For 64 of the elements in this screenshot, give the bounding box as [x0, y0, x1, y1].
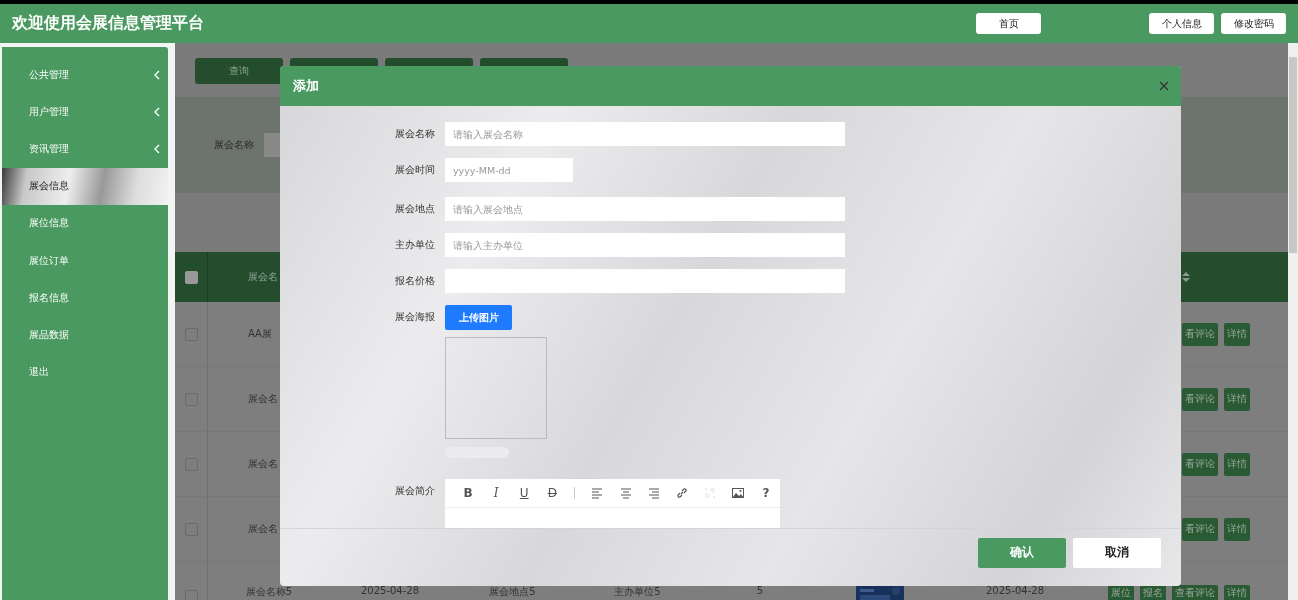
table-cell: 展会名称5: [245, 585, 293, 599]
action-button[interactable]: 看评论: [1182, 322, 1218, 346]
table-cell: AA展: [248, 327, 272, 341]
sidebar-item[interactable]: 资讯管理: [2, 130, 168, 168]
field-label: 展会简介: [394, 484, 436, 498]
input-field[interactable]: [445, 269, 845, 293]
sidebar-item[interactable]: 用户管理: [2, 93, 168, 131]
underline-tool[interactable]: U: [510, 486, 539, 500]
sidebar-item[interactable]: 展品数据: [2, 316, 168, 354]
action-button[interactable]: 详情: [1224, 452, 1250, 476]
search-label: 展会名称: [214, 138, 254, 152]
header-button[interactable]: 修改密码: [1221, 13, 1286, 34]
sidebar-item[interactable]: 展位订单: [2, 241, 168, 280]
action-button[interactable]: 详情: [1224, 322, 1250, 346]
table-cell: 主办单位5: [614, 585, 661, 599]
scrollbar[interactable]: [1288, 43, 1298, 600]
checkbox[interactable]: [184, 270, 198, 284]
sidebar-item[interactable]: 公共管理: [2, 56, 168, 94]
upload-button[interactable]: 上传图片: [445, 305, 512, 330]
input-field[interactable]: 请输入展会名称: [445, 122, 845, 146]
italic-tool[interactable]: I: [482, 486, 511, 500]
close-icon[interactable]: [1159, 81, 1169, 91]
field-label: 展会名称: [394, 127, 436, 141]
table-cell: 展会名: [248, 522, 278, 536]
action-button[interactable]: 看评论: [1182, 517, 1218, 541]
action-button[interactable]: 看评论: [1182, 452, 1218, 476]
rich-text-editor[interactable]: B I U D ?: [445, 479, 780, 528]
help-tool[interactable]: ?: [751, 486, 780, 500]
action-button[interactable]: 看评论: [1182, 387, 1218, 411]
strike-tool[interactable]: D: [538, 486, 567, 500]
chevron-left-icon: [154, 69, 160, 80]
table-cell: 展会地点5: [489, 585, 536, 599]
dialog-title: 添加: [293, 77, 319, 95]
confirm-button[interactable]: 确认: [978, 537, 1066, 568]
table-cell: 2025-04-28: [360, 585, 420, 596]
action-button[interactable]: 详情: [1224, 517, 1250, 541]
input-field[interactable]: 请输入主办单位: [445, 233, 845, 257]
chevron-left-icon: [154, 143, 160, 154]
field-label: 主办单位: [394, 238, 436, 252]
query-button[interactable]: 查询: [195, 58, 283, 84]
header-button[interactable]: 个人信息: [1149, 13, 1214, 34]
table-cell: 5: [756, 585, 764, 596]
sidebar-item[interactable]: 展会信息: [2, 167, 168, 205]
field-label: 展会地点: [394, 202, 436, 216]
table-cell: 展会名: [248, 457, 278, 471]
field-label: 展会海报: [394, 310, 436, 324]
action-button[interactable]: 详情: [1224, 387, 1250, 411]
table-cell: 2025-04-28: [985, 585, 1045, 596]
cancel-button[interactable]: 取消: [1073, 537, 1161, 568]
action-button[interactable]: 查看评论: [1172, 585, 1218, 600]
app-title: 欢迎使用会展信息管理平台: [12, 13, 204, 34]
input-field[interactable]: 请输入展会地点: [445, 197, 845, 221]
action-button[interactable]: 详情: [1224, 585, 1250, 600]
field-label: 报名价格: [394, 274, 436, 288]
chevron-left-icon: [154, 106, 160, 117]
field-label: 展会时间: [394, 163, 436, 177]
sidebar-item[interactable]: 展位信息: [2, 204, 168, 242]
column-header: 展会名: [248, 270, 278, 284]
bold-tool[interactable]: B: [454, 486, 483, 500]
date-field[interactable]: yyyy-MM-dd: [445, 158, 573, 182]
sidebar-item[interactable]: 报名信息: [2, 279, 168, 317]
header-button[interactable]: 首页: [976, 13, 1041, 34]
table-cell: 展会名: [248, 392, 278, 406]
sidebar-item[interactable]: 退出: [2, 353, 168, 391]
